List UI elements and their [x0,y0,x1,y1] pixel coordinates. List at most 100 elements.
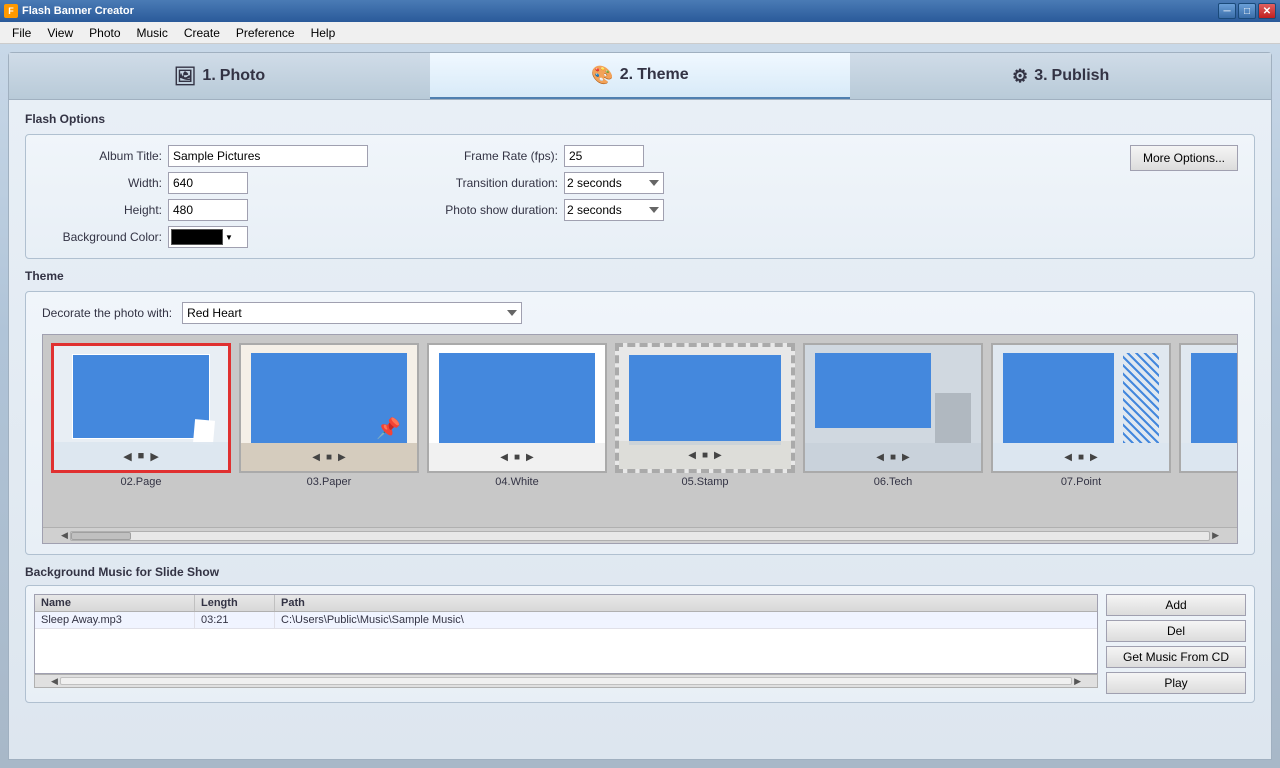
del-music-button[interactable]: Del [1106,620,1246,642]
thumb-img-07point: ◀ ■ ▶ [991,343,1171,473]
ctrl-next-point-icon: ▶ [1090,452,1098,463]
play-music-button[interactable]: Play [1106,672,1246,694]
photo-tab-number: 1. [202,67,215,85]
ctrl-prev-white-icon: ◀ [500,452,508,463]
music-cell-length: 03:21 [195,612,275,628]
music-buttons: Add Del Get Music From CD Play [1106,594,1246,694]
ctrl-play-point-icon: ■ [1078,452,1084,463]
width-label: Width: [42,176,162,190]
scroll-left-icon[interactable]: ◀ [59,530,70,541]
publish-tab-number: 3. [1034,67,1047,85]
content-area: Flash Options Album Title: Width: Height… [8,100,1272,760]
theme-thumb-05stamp[interactable]: ◀ ■ ▶ 05.Stamp [615,343,795,512]
options-left: Album Title: Width: Height: Background C… [42,145,348,248]
flash-options-section: Album Title: Width: Height: Background C… [25,134,1255,259]
title-bar-buttons: ─ □ ✕ [1218,3,1276,19]
options-right: Frame Rate (fps): Transition duration: 2… [398,145,734,221]
music-section-header: Background Music for Slide Show [25,565,1255,579]
music-scrollbar[interactable]: ◀ ▶ [34,674,1098,688]
menu-photo[interactable]: Photo [81,24,128,42]
music-scrollbar-track[interactable] [60,677,1072,685]
thumb-label-07point: 07.Point [991,476,1171,488]
album-title-label: Album Title: [42,149,162,163]
theme-section: Decorate the photo with: Red Heart 01.De… [25,291,1255,555]
ctrl-prev-stamp-icon: ◀ [688,450,696,461]
decorate-label: Decorate the photo with: [42,306,172,320]
photo-show-select-wrapper: 2 seconds 1 second 3 seconds [564,199,734,221]
theme-thumb-02page[interactable]: ◀ ■ ▶ 02.Page [51,343,231,512]
album-title-input[interactable] [168,145,368,167]
theme-thumb-03paper[interactable]: 📌 ◀ ■ ▶ 03.Paper [239,343,419,512]
ctrl-prev-tech-icon: ◀ [876,452,884,463]
thumb-label-04white: 04.White [427,476,607,488]
theme-thumb-07point[interactable]: ◀ ■ ▶ 07.Point [991,343,1171,512]
bg-color-label: Background Color: [42,230,162,244]
thumb-img-06tech: ◀ ■ ▶ [803,343,983,473]
thumbnail-scrollbar[interactable]: ◀ ▶ [43,527,1237,543]
maximize-button[interactable]: □ [1238,3,1256,19]
menu-preference[interactable]: Preference [228,24,303,42]
color-swatch [171,229,223,245]
thumb-label-02page: 02.Page [51,476,231,488]
ctrl-play-stamp-icon: ■ [702,450,708,461]
wizard-tabs: 🖼 1. Photo 🎨 2. Theme ⚙ 3. Publish [8,52,1272,100]
height-input[interactable] [168,199,248,221]
height-label: Height: [42,203,162,217]
flash-options-header: Flash Options [25,112,1255,126]
menu-create[interactable]: Create [176,24,228,42]
scrollbar-track[interactable] [70,531,1210,541]
close-button[interactable]: ✕ [1258,3,1276,19]
theme-select[interactable]: Red Heart 01.Default 02.Page 03.Paper 04… [182,302,522,324]
music-scroll-right-icon[interactable]: ▶ [1072,676,1083,687]
menu-file[interactable]: File [4,24,39,42]
title-bar: F Flash Banner Creator ─ □ ✕ [0,0,1280,22]
theme-thumb-06tech[interactable]: ◀ ■ ▶ 06.Tech [803,343,983,512]
photo-show-select[interactable]: 2 seconds 1 second 3 seconds [564,199,664,221]
main-container: 🖼 1. Photo 🎨 2. Theme ⚙ 3. Publish Flash… [0,44,1280,768]
photo-tab-icon: 🖼 [174,66,197,87]
ctrl-prev-paper-icon: ◀ [312,452,320,463]
music-scroll-left-icon[interactable]: ◀ [49,676,60,687]
ctrl-play-paper-icon: ■ [326,452,332,463]
width-input[interactable] [168,172,248,194]
add-music-button[interactable]: Add [1106,594,1246,616]
menu-help[interactable]: Help [303,24,344,42]
menu-view[interactable]: View [39,24,81,42]
ctrl-next-tech-icon: ▶ [902,452,910,463]
decorate-row: Decorate the photo with: Red Heart 01.De… [42,302,1238,324]
music-outer: Background Music for Slide Show Name Len… [25,565,1255,703]
thumb-label-03paper: 03.Paper [239,476,419,488]
theme-thumbnails-inner: ◀ ■ ▶ 02.Page 📌 [43,335,1237,520]
get-music-button[interactable]: Get Music From CD [1106,646,1246,668]
thumb-label-08: 0 [1179,476,1237,488]
thumb-img-04white: ◀ ■ ▶ [427,343,607,473]
scroll-right-icon[interactable]: ▶ [1210,530,1221,541]
music-section: Name Length Path Sleep Away.mp3 03:21 C:… [25,585,1255,703]
theme-thumb-04white[interactable]: ◀ ■ ▶ 04.White [427,343,607,512]
thumb-label-05stamp: 05.Stamp [615,476,795,488]
photo-show-label: Photo show duration: [398,203,558,217]
photo-tab-label: Photo [220,67,265,85]
scrollbar-thumb[interactable] [71,532,131,540]
theme-tab-number: 2. [620,66,633,84]
more-options-button[interactable]: More Options... [1130,145,1238,171]
frame-rate-input[interactable] [564,145,644,167]
tab-theme[interactable]: 🎨 2. Theme [430,53,851,99]
ctrl-next-white-icon: ▶ [526,452,534,463]
col-header-name: Name [35,595,195,611]
tab-photo[interactable]: 🖼 1. Photo [9,53,430,99]
window-title: Flash Banner Creator [22,5,134,17]
tab-publish[interactable]: ⚙ 3. Publish [850,53,1271,99]
color-dropdown-arrow-icon[interactable]: ▼ [225,233,233,242]
bg-color-picker[interactable]: ▼ [168,226,248,248]
minimize-button[interactable]: ─ [1218,3,1236,19]
transition-select[interactable]: 2 seconds 1 second 3 seconds [564,172,664,194]
theme-thumb-08[interactable]: ◀ ■ ▶ 0 [1179,343,1237,512]
menu-music[interactable]: Music [129,24,176,42]
music-table-area: Name Length Path Sleep Away.mp3 03:21 C:… [34,594,1098,694]
music-cell-name: Sleep Away.mp3 [35,612,195,628]
theme-tab-icon: 🎨 [591,65,613,86]
music-row[interactable]: Sleep Away.mp3 03:21 C:\Users\Public\Mus… [35,612,1097,629]
col-header-length: Length [195,595,275,611]
music-cell-path: C:\Users\Public\Music\Sample Music\ [275,612,1097,628]
